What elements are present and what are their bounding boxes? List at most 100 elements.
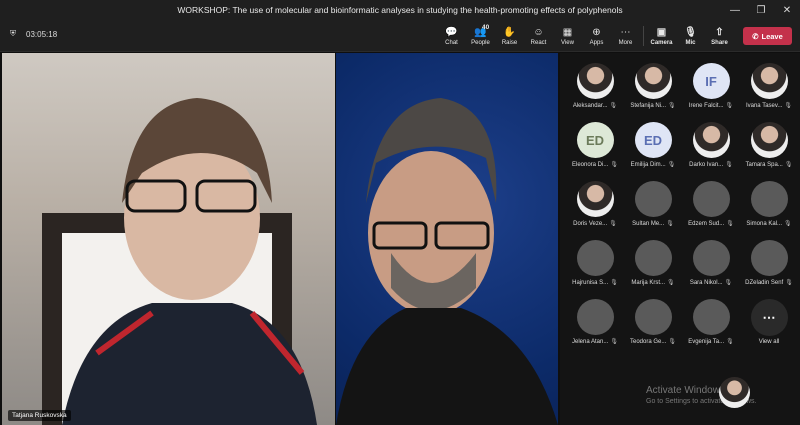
phone-hangup-icon: ✆ bbox=[752, 31, 759, 41]
participants-gallery: Aleksandar... 🎙 Stefanija Ni... 🎙 IF Irene Fa… bbox=[560, 53, 800, 425]
participant-tile[interactable]: Aleksandar... 🎙 bbox=[566, 63, 624, 109]
participant-avatar bbox=[692, 181, 730, 217]
toolbar-raise-button[interactable]: ✋ Raise bbox=[495, 23, 524, 49]
toolbar-react-button[interactable]: ☺ React bbox=[524, 23, 553, 49]
mic-muted-icon: 🎙 bbox=[785, 280, 793, 286]
participant-name-row: Teodora Ge... 🎙 bbox=[630, 338, 676, 346]
participant-name-row: Edzem Sud... 🎙 bbox=[688, 220, 734, 228]
toolbar-chat-button[interactable]: 💬 Chat bbox=[437, 23, 466, 49]
self-view-avatar[interactable] bbox=[719, 377, 750, 408]
view-all-label: View all bbox=[758, 339, 780, 345]
participant-name: Sara Nikol... bbox=[689, 279, 723, 286]
participant-tile[interactable]: Evgenija Ta... 🎙 bbox=[682, 299, 740, 345]
participant-avatar bbox=[750, 240, 788, 276]
title-bar: WORKSHOP: The use of molecular and bioin… bbox=[0, 0, 800, 20]
toolbar-share-button[interactable]: ⇧ Share bbox=[705, 23, 734, 49]
participant-tile[interactable]: DZeladin Senf 🎙 bbox=[740, 240, 798, 286]
participant-tile[interactable]: Teodora Ge... 🎙 bbox=[624, 299, 682, 345]
toolbar-camera-button[interactable]: ▣ Camera bbox=[647, 23, 676, 49]
shield-icon: ⛨ bbox=[10, 29, 16, 38]
speaker-video-image bbox=[42, 98, 317, 425]
participant-tile[interactable]: Ivana Tasev... 🎙 bbox=[740, 63, 798, 109]
participant-avatar bbox=[634, 63, 672, 99]
participant-tile[interactable]: Simona Kal... 🎙 bbox=[740, 181, 798, 227]
toolbar-more-button[interactable]: ⋯ More bbox=[611, 23, 640, 49]
participant-avatar bbox=[576, 240, 614, 276]
mic-icon: 🎙 bbox=[684, 26, 697, 38]
toolbar-apps-button[interactable]: ⊕ Apps bbox=[582, 23, 611, 49]
participant-name-row: Aleksandar... 🎙 bbox=[572, 102, 617, 110]
participant-name: DZeladin Senf bbox=[745, 279, 784, 286]
participant-name-row: Irene Falcit... 🎙 bbox=[689, 102, 733, 110]
mic-muted-icon: 🎙 bbox=[667, 162, 676, 168]
mic-muted-icon: 🎙 bbox=[726, 339, 734, 345]
participant-tile[interactable]: ED Emilija Dim... 🎙 bbox=[624, 122, 682, 168]
window-controls: — ❐ ✕ bbox=[722, 0, 800, 20]
toolbar-mic-button[interactable]: 🎙 Mic bbox=[676, 23, 705, 49]
participant-name: Aleksandar... bbox=[572, 102, 608, 109]
participant-name-row: Simona Kal... 🎙 bbox=[746, 220, 792, 228]
participant-avatar bbox=[692, 299, 730, 335]
participant-name-row: Evgenija Ta... 🎙 bbox=[688, 338, 734, 346]
participant-name: Stefanija Ni... bbox=[630, 102, 667, 109]
participant-name: Simona Kal... bbox=[746, 220, 783, 227]
participant-tile[interactable]: Edzem Sud... 🎙 bbox=[682, 181, 740, 227]
toolbar-label: People bbox=[471, 39, 490, 46]
participant-name-row: Sultan Me... 🎙 bbox=[632, 220, 674, 228]
participant-name: Emilija Dim... bbox=[630, 161, 666, 168]
participant-name-row: Ivana Tasev... 🎙 bbox=[745, 102, 792, 110]
video-tile-second[interactable] bbox=[336, 53, 558, 425]
mic-muted-icon: 🎙 bbox=[668, 339, 676, 345]
participant-name: Sultan Me... bbox=[632, 220, 665, 227]
participant-tile[interactable]: Hajrunisa S... 🎙 bbox=[566, 240, 624, 286]
participant-name-row: Darko Ivan... 🎙 bbox=[689, 161, 733, 169]
participant-avatar: ED bbox=[634, 122, 672, 158]
close-button[interactable]: ✕ bbox=[774, 0, 800, 20]
participant-name-row: DZeladin Senf 🎙 bbox=[745, 279, 793, 287]
restore-button[interactable]: ❐ bbox=[748, 0, 774, 20]
view-icon: ▦ bbox=[562, 26, 573, 38]
mic-muted-icon: 🎙 bbox=[784, 221, 792, 227]
participant-tile[interactable]: Stefanija Ni... 🎙 bbox=[624, 63, 682, 109]
toolbar-view-button[interactable]: ▦ View bbox=[553, 23, 582, 49]
leave-button[interactable]: ✆ Leave bbox=[743, 27, 792, 45]
participant-tile[interactable]: Sultan Me... 🎙 bbox=[624, 181, 682, 227]
view-all-button[interactable]: ⋯ View all bbox=[740, 299, 798, 345]
participant-avatar bbox=[576, 63, 614, 99]
participant-tile[interactable]: IF Irene Falcit... 🎙 bbox=[682, 63, 740, 109]
participant-tile[interactable]: Tamara Spa... 🎙 bbox=[740, 122, 798, 168]
more-icon: ⋯ bbox=[750, 299, 788, 336]
participant-tile[interactable]: Jelena Atan... 🎙 bbox=[566, 299, 624, 345]
toolbar-separator bbox=[643, 26, 644, 46]
participant-name-row: Marija Krst... 🎙 bbox=[631, 279, 674, 287]
participant-name: Doris Veze... bbox=[573, 220, 608, 227]
more-icon: ⋯ bbox=[620, 26, 631, 38]
participant-name: Marija Krst... bbox=[631, 279, 666, 286]
participant-tile[interactable]: Doris Veze... 🎙 bbox=[566, 181, 624, 227]
timer-text: 03:05:18 bbox=[26, 29, 58, 39]
participant-tile[interactable]: Darko Ivan... 🎙 bbox=[682, 122, 740, 168]
participant-avatar bbox=[634, 299, 672, 335]
toolbar-people-button[interactable]: 👥 People 40 bbox=[466, 23, 495, 49]
participant-name: Tamara Spa... bbox=[745, 161, 783, 168]
toolbar-label: Raise bbox=[501, 39, 518, 46]
mic-muted-icon: 🎙 bbox=[666, 221, 674, 227]
toolbar-actions: 💬 Chat 👥 People 40 ✋ Raise ☺ React ▦ View ⊕ Apps ⋯ Mor… bbox=[437, 23, 792, 49]
participant-name-row: Emilija Dim... 🎙 bbox=[630, 161, 676, 169]
participant-name: Ivana Tasev... bbox=[745, 102, 783, 109]
minimize-button[interactable]: — bbox=[722, 0, 748, 20]
participant-avatar bbox=[750, 122, 788, 158]
mic-muted-icon: 🎙 bbox=[610, 339, 618, 345]
mic-muted-icon: 🎙 bbox=[609, 221, 617, 227]
participant-avatar: ED bbox=[576, 122, 614, 158]
video-tile-main[interactable]: Tatjana Ruskovska bbox=[2, 53, 335, 425]
participant-name-row: Sara Nikol... 🎙 bbox=[689, 279, 732, 287]
participant-tile[interactable]: Sara Nikol... 🎙 bbox=[682, 240, 740, 286]
participant-avatar bbox=[576, 181, 614, 217]
toolbar-label: Share bbox=[711, 39, 728, 46]
participant-tile[interactable]: ED Eleonora Di... 🎙 bbox=[566, 122, 624, 168]
participant-video-image bbox=[336, 98, 558, 425]
participant-tile[interactable]: Marija Krst... 🎙 bbox=[624, 240, 682, 286]
participant-avatar bbox=[634, 181, 672, 217]
toolbar-label: Chat bbox=[445, 39, 458, 46]
